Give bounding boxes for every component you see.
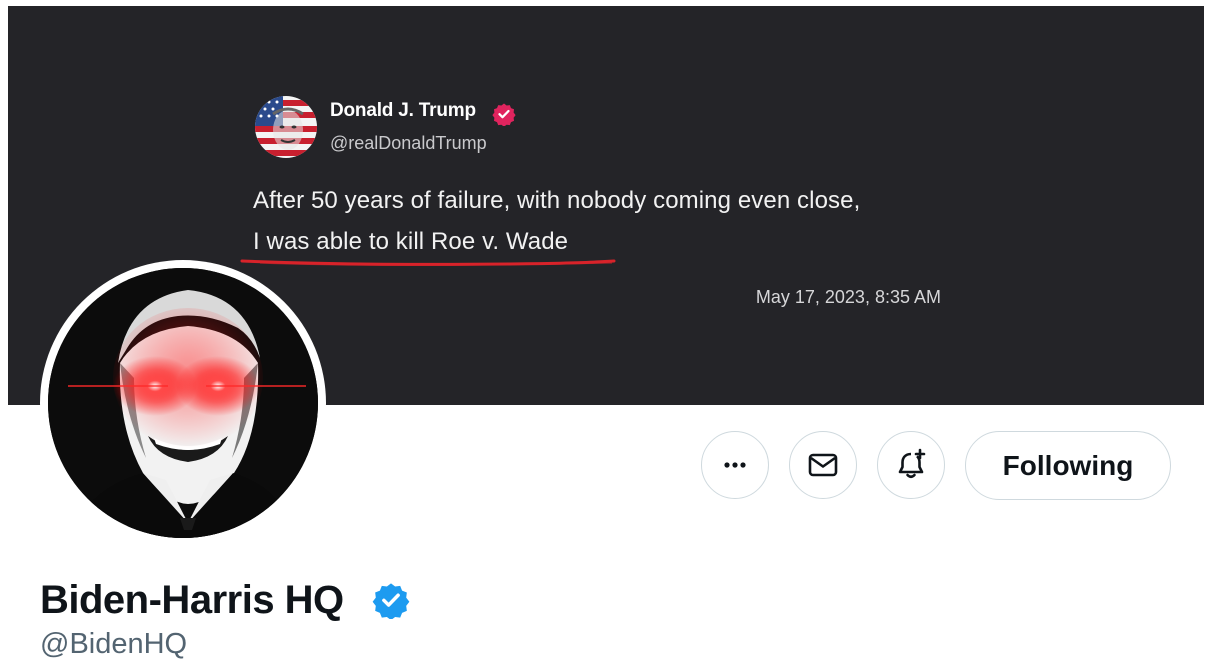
- following-button[interactable]: Following: [965, 431, 1171, 500]
- more-button[interactable]: [701, 431, 769, 499]
- red-underline-mark: [240, 259, 616, 266]
- bell-plus-icon: [898, 448, 926, 479]
- quoted-author-handle: @realDonaldTrump: [330, 133, 487, 153]
- quoted-post-text-line1: After 50 years of failure, with nobody c…: [253, 187, 861, 214]
- more-horizontal-icon: [724, 462, 746, 468]
- verified-badge-icon: [492, 103, 516, 126]
- quoted-author-name: Donald J. Trump: [330, 100, 476, 121]
- profile-handle: @BidenHQ: [40, 628, 188, 660]
- display-name: Biden-Harris HQ: [40, 578, 344, 622]
- envelope-icon: [808, 453, 838, 477]
- profile-avatar[interactable]: [48, 268, 318, 538]
- quoted-author-avatar: [255, 96, 317, 158]
- quoted-post-timestamp: May 17, 2023, 8:35 AM: [755, 287, 941, 307]
- profile-page: Donald J. Trump @realDonaldTrump After 5…: [8, 6, 1204, 666]
- verified-badge-icon: [372, 583, 410, 619]
- message-button[interactable]: [789, 431, 857, 499]
- notifications-button[interactable]: [877, 431, 945, 499]
